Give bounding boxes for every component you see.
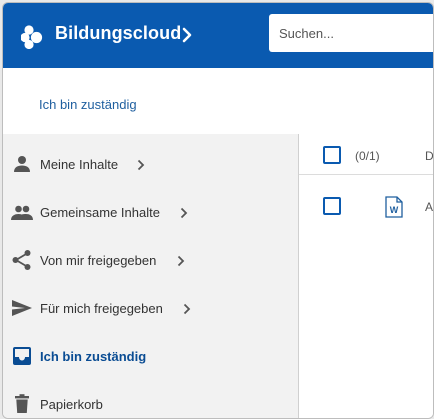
row-checkbox[interactable] xyxy=(323,197,341,215)
app-window: Bildungscloud Ich bin zuständig Meine In… xyxy=(2,2,434,419)
svg-text:W: W xyxy=(390,205,399,215)
sidebar-item-label: Meine Inhalte xyxy=(40,157,119,172)
inbox-icon xyxy=(13,347,31,365)
chevron-right-icon[interactable] xyxy=(181,27,193,43)
sidebar-item-ich-bin-zustaendig[interactable]: Ich bin zuständig xyxy=(3,336,298,376)
send-icon xyxy=(12,300,32,316)
cloud-logo-icon[interactable] xyxy=(21,25,45,49)
sidebar-item-fuer-mich-freigegeben[interactable]: Für mich freigegeben xyxy=(3,288,298,328)
sidebar-item-label: Papierkorb xyxy=(40,397,103,412)
selection-count: (0/1) xyxy=(355,149,380,163)
chevron-right-icon xyxy=(177,255,185,267)
brand-title[interactable]: Bildungscloud xyxy=(55,23,181,44)
sidebar-item-von-mir-freigegeben[interactable]: Von mir freigegeben xyxy=(3,240,298,280)
sidebar: Meine Inhalte Gemeinsame Inhalte Von mir… xyxy=(3,134,299,418)
select-all-checkbox[interactable] xyxy=(323,146,341,164)
file-list-header: (0/1) D xyxy=(299,134,433,175)
chevron-right-icon xyxy=(183,303,191,315)
sidebar-item-papierkorb[interactable]: Papierkorb xyxy=(3,384,298,418)
file-list: (0/1) D W A xyxy=(299,134,433,418)
breadcrumb-bar: Ich bin zuständig xyxy=(3,68,433,135)
top-navigation-bar: Bildungscloud xyxy=(3,3,433,68)
person-icon xyxy=(14,156,30,172)
sidebar-item-label: Ich bin zuständig xyxy=(40,349,147,364)
sidebar-item-label: Für mich freigegeben xyxy=(40,301,163,316)
breadcrumb[interactable]: Ich bin zuständig xyxy=(39,97,137,112)
sidebar-item-label: Gemeinsame Inhalte xyxy=(40,205,160,220)
trash-icon xyxy=(15,394,29,413)
file-name[interactable]: A xyxy=(425,200,433,214)
sidebar-item-label: Von mir freigegeben xyxy=(40,253,157,268)
chevron-right-icon xyxy=(137,159,145,171)
search-input[interactable] xyxy=(269,14,433,52)
column-header[interactable]: D xyxy=(425,149,433,163)
word-document-icon: W xyxy=(385,196,403,218)
share-icon xyxy=(12,250,31,270)
sidebar-item-meine-inhalte[interactable]: Meine Inhalte xyxy=(3,144,298,184)
chevron-right-icon xyxy=(180,207,188,219)
sidebar-item-gemeinsame-inhalte[interactable]: Gemeinsame Inhalte xyxy=(3,192,298,232)
group-icon xyxy=(11,205,33,220)
